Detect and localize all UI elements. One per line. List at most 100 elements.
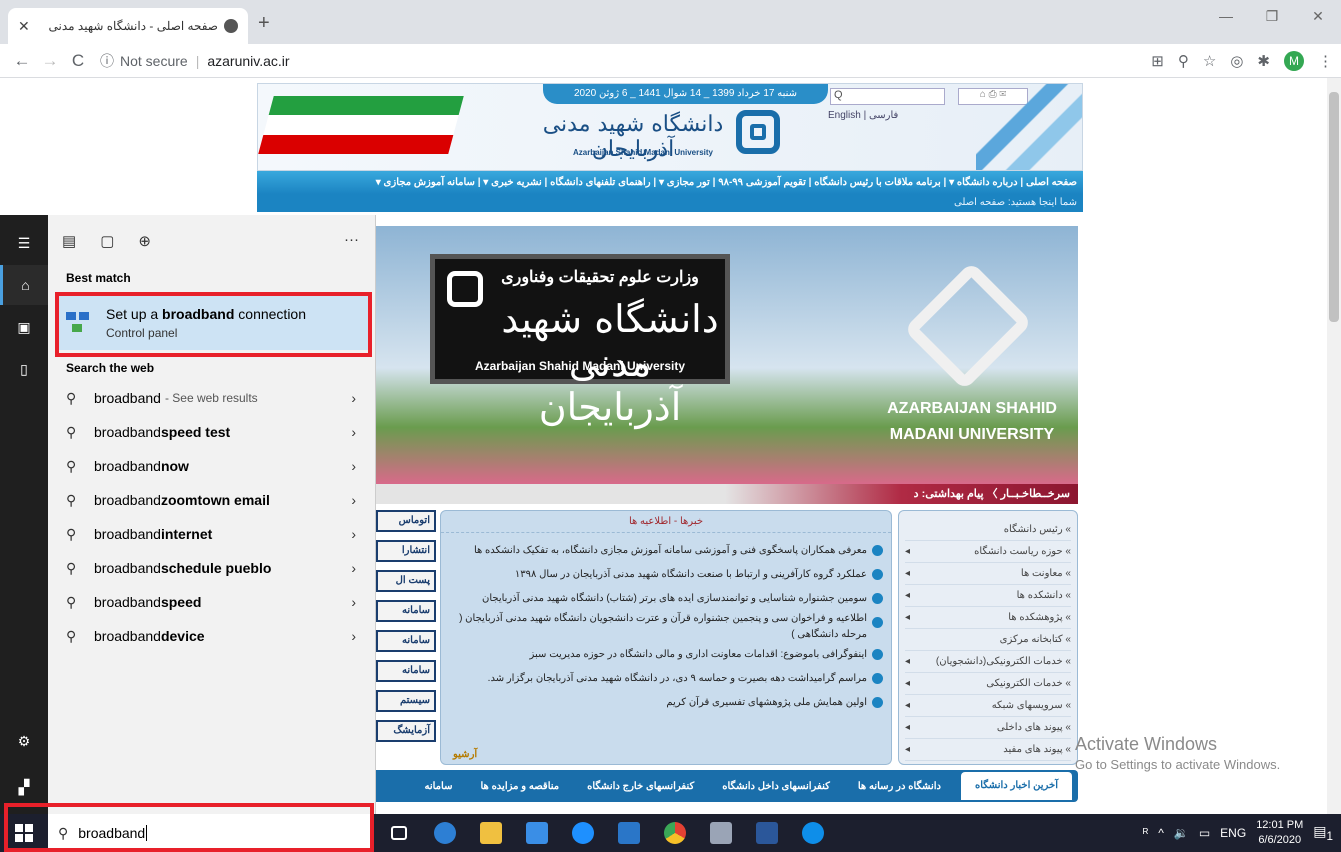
expand-arrow-icon[interactable]: ◂ <box>905 651 910 672</box>
profile-avatar[interactable]: M <box>1284 51 1304 71</box>
quick-link[interactable]: پست ال <box>372 570 436 592</box>
side-link[interactable]: » دانشکده ها ◂ <box>905 585 1071 607</box>
news-ticker[interactable]: سرخــطاخـبــار 〉 پیام بهداشتی: د <box>372 484 1078 504</box>
news-item[interactable]: مراسم گرامیداشت دهه بصیرت و حماسه ۹ دی، … <box>449 667 883 691</box>
internet-explorer-icon[interactable] <box>560 814 606 852</box>
back-arrow-icon[interactable]: ← <box>8 51 36 71</box>
language-links[interactable]: English | فارسی <box>828 110 898 121</box>
file-explorer-icon[interactable] <box>468 814 514 852</box>
network-icon[interactable]: ▭ <box>1199 826 1210 840</box>
restore-button[interactable]: ❐ <box>1249 0 1295 32</box>
news-item[interactable]: اینفوگرافی باموضوع: اقدامات معاونت اداری… <box>449 643 883 667</box>
chrome-icon[interactable] <box>652 814 698 852</box>
web-result-item[interactable]: ⚲ broadband - See web results › <box>48 381 376 415</box>
expand-arrow-icon[interactable]: ◂ <box>905 739 910 760</box>
web-result-item[interactable]: ⚲ broadband schedule pueblo › <box>48 551 376 585</box>
forward-arrow-icon[interactable]: → <box>36 51 64 71</box>
web-filter-icon[interactable]: ⊕ <box>138 232 151 250</box>
quick-link[interactable]: سامانه <box>372 630 436 652</box>
store-icon[interactable] <box>514 814 560 852</box>
side-link[interactable]: » پژوهشکده ها ◂ <box>905 607 1071 629</box>
site-main-nav[interactable]: صفحه اصلی | درباره دانشگاه ▾ | برنامه مل… <box>257 171 1083 194</box>
paint-icon[interactable] <box>698 814 744 852</box>
documents-filter-icon[interactable]: ▢ <box>100 232 114 250</box>
side-link[interactable]: » پیوند های داخلی ◂ <box>905 717 1071 739</box>
documents-icon[interactable]: ▣ <box>0 307 48 347</box>
quick-link[interactable]: اتوماس <box>372 510 436 532</box>
close-window-button[interactable]: ✕ <box>1295 0 1341 32</box>
side-link[interactable]: » حوزه ریاست دانشگاه ◂ <box>905 541 1071 563</box>
expand-arrow-icon[interactable]: ◂ <box>905 541 910 562</box>
web-result-item[interactable]: ⚲ broadband zoomtown email › <box>48 483 376 517</box>
action-center-icon[interactable]: ▤1 <box>1313 823 1333 843</box>
show-hidden-icons-icon[interactable]: ^ <box>1158 826 1164 840</box>
news-item[interactable]: اطلاعیه و فراخوان سی و پنجمین جشنواره قر… <box>449 611 883 643</box>
quick-link[interactable]: سامانه <box>372 600 436 622</box>
chevron-right-icon[interactable]: › <box>351 424 356 440</box>
translate-icon[interactable]: ⊞ <box>1151 52 1164 70</box>
home-icon[interactable]: ⌂ <box>0 265 48 305</box>
device-icon[interactable]: ▯ <box>0 349 48 389</box>
web-result-item[interactable]: ⚲ broadband speed test › <box>48 415 376 449</box>
expand-arrow-icon[interactable]: ◂ <box>905 673 910 694</box>
input-language[interactable]: ENG <box>1220 826 1246 840</box>
expand-arrow-icon[interactable]: ◂ <box>905 585 910 606</box>
bookmark-star-icon[interactable]: ☆ <box>1203 52 1216 70</box>
extensions-puzzle-icon[interactable]: ✱ <box>1257 52 1270 70</box>
expand-arrow-icon[interactable]: ◂ <box>905 717 910 738</box>
side-link[interactable]: » معاونت ها ◂ <box>905 563 1071 585</box>
tab-external-conferences[interactable]: کنفرانسهای خارج دانشگاه <box>573 781 708 792</box>
web-result-item[interactable]: ⚲ broadband device › <box>48 619 376 653</box>
quick-link[interactable]: سامانه <box>372 660 436 682</box>
tab-systems[interactable]: سامانه <box>410 781 466 792</box>
extension-icon[interactable]: ◎ <box>1230 52 1243 70</box>
side-link[interactable]: » سرویسهای شبکه ◂ <box>905 695 1071 717</box>
word-icon[interactable] <box>744 814 790 852</box>
news-item[interactable]: عملکرد گروه کارآفرینی و ارتباط با صنعت د… <box>449 563 883 587</box>
task-view-icon[interactable] <box>376 814 422 852</box>
web-result-item[interactable]: ⚲ broadband speed › <box>48 585 376 619</box>
teamviewer-icon[interactable] <box>790 814 836 852</box>
chevron-right-icon[interactable]: › <box>351 526 356 542</box>
info-icon[interactable]: ⓘ <box>100 51 114 71</box>
reload-icon[interactable]: C <box>64 51 92 71</box>
news-item[interactable]: سومین جشنواره شناسایی و توانمندسازی ایده… <box>449 587 883 611</box>
news-item[interactable]: معرفی همکاران پاسخگوی فنی و آموزشی سامان… <box>449 539 883 563</box>
expand-arrow-icon[interactable]: ◂ <box>905 607 910 628</box>
news-item[interactable]: اولین همایش ملی پژوهشهای تفسیری قرآن کری… <box>449 691 883 715</box>
mail-icon[interactable] <box>606 814 652 852</box>
clock[interactable]: 12:01 PM 6/6/2020 <box>1256 818 1303 848</box>
tab-media[interactable]: دانشگاه در رسانه ها <box>844 781 955 792</box>
scrollbar-thumb[interactable] <box>1329 92 1339 322</box>
minimize-button[interactable]: — <box>1203 0 1249 32</box>
chevron-right-icon[interactable]: › <box>351 390 356 406</box>
zoom-icon[interactable]: ⚲ <box>1178 52 1189 70</box>
chevron-right-icon[interactable]: › <box>351 458 356 474</box>
chevron-right-icon[interactable]: › <box>351 594 356 610</box>
web-result-item[interactable]: ⚲ broadband now › <box>48 449 376 483</box>
people-icon[interactable]: ᴿ <box>1143 826 1148 840</box>
tab-internal-conferences[interactable]: کنفرانسهای داخل دانشگاه <box>708 781 844 792</box>
archive-link[interactable]: آرشیو <box>453 749 477 760</box>
side-link[interactable]: » کتابخانه مرکزی <box>905 629 1071 651</box>
expand-arrow-icon[interactable]: ◂ <box>905 695 910 716</box>
chevron-right-icon[interactable]: › <box>351 628 356 644</box>
university-logo-icon[interactable] <box>736 110 780 154</box>
close-tab-icon[interactable]: ✕ <box>18 18 30 35</box>
settings-gear-icon[interactable]: ⚙ <box>0 721 48 761</box>
side-link[interactable]: » پیوند های مفید ◂ <box>905 739 1071 761</box>
quick-link[interactable]: سیستم <box>372 690 436 712</box>
hamburger-menu-icon[interactable]: ☰ <box>0 223 48 263</box>
new-tab-button[interactable]: + <box>258 12 270 35</box>
quick-link[interactable]: انتشارا <box>372 540 436 562</box>
menu-kebab-icon[interactable]: ⋮ <box>1318 52 1333 70</box>
more-options-icon[interactable]: ··· <box>344 231 359 248</box>
browser-tab[interactable]: صفحه اصلی - دانشگاه شهید مدنی ✕ <box>8 8 248 44</box>
side-link[interactable]: » خدمات الکترونیکی ◂ <box>905 673 1071 695</box>
tab-latest-news[interactable]: آخرین اخبار دانشگاه <box>960 772 1072 800</box>
side-link[interactable]: » رئیس دانشگاه <box>905 519 1071 541</box>
site-search-input[interactable]: Q <box>830 88 945 105</box>
chevron-right-icon[interactable]: › <box>351 492 356 508</box>
quick-link[interactable]: آزمایشگ <box>372 720 436 742</box>
side-link[interactable]: » خدمات الکترونیکی(دانشجویان) ◂ <box>905 651 1071 673</box>
